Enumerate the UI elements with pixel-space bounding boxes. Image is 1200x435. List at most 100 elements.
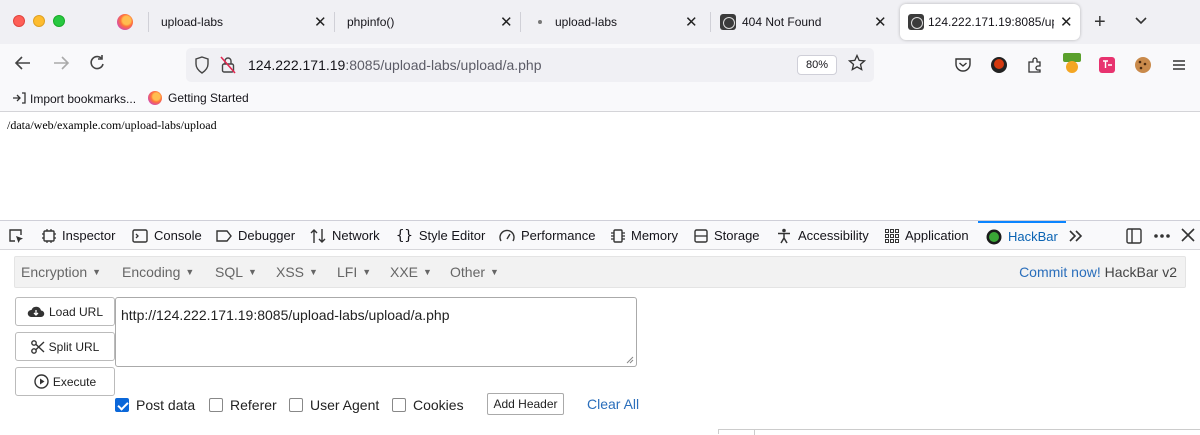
tab-label: Accessibility: [798, 228, 869, 243]
debugger-icon: [216, 229, 232, 242]
url-text[interactable]: 124.222.171.19:8085/upload-labs/upload/a…: [248, 57, 542, 73]
bookmark-star-icon[interactable]: [848, 54, 866, 72]
close-window-button[interactable]: [13, 15, 25, 27]
commit-area: Commit now! HackBar v2: [1019, 264, 1177, 280]
referer-checkbox[interactable]: Referer: [209, 397, 277, 413]
clear-all-link[interactable]: Clear All: [587, 396, 639, 412]
tab-hackbar[interactable]: HackBar: [978, 221, 1066, 250]
tab-separator: [334, 12, 335, 32]
post-data-field-edge[interactable]: [718, 429, 1200, 435]
tab-phpinfo[interactable]: phpinfo() ✕: [336, 4, 518, 40]
caret-down-icon: ▼: [185, 267, 195, 277]
shield-icon[interactable]: [194, 56, 210, 74]
menu-xss[interactable]: XSS ▼: [276, 264, 318, 280]
translate-extension-icon[interactable]: [1098, 56, 1116, 74]
extensions-puzzle-icon[interactable]: [1026, 56, 1044, 74]
list-all-tabs-button[interactable]: [1134, 13, 1148, 29]
load-url-button[interactable]: Load URL: [15, 297, 115, 326]
checkbox-checked[interactable]: [115, 398, 129, 412]
close-icon: [1181, 228, 1195, 242]
close-devtools-button[interactable]: [1181, 228, 1195, 246]
console-icon: [132, 228, 148, 243]
tab-network[interactable]: Network: [310, 221, 380, 250]
page-output-text: /data/web/example.com/upload-labs/upload: [7, 118, 217, 132]
forward-button[interactable]: [52, 54, 70, 75]
pocket-icon[interactable]: [954, 56, 972, 74]
caret-down-icon: ▼: [309, 267, 318, 277]
close-icon[interactable]: ✕: [685, 15, 698, 30]
menu-lfi[interactable]: LFI ▼: [337, 264, 371, 280]
tab-console[interactable]: Console: [132, 221, 202, 250]
tab-active-page[interactable]: 124.222.171.19:8085/upl ✕: [900, 4, 1080, 40]
minimize-window-button[interactable]: [33, 15, 45, 27]
tab-performance[interactable]: Performance: [499, 221, 595, 250]
caret-down-icon: ▼: [92, 267, 102, 277]
checkbox-label: Post data: [136, 397, 196, 413]
menu-label: Other: [450, 264, 486, 280]
add-header-button[interactable]: Add Header: [487, 393, 564, 415]
inspector-icon: [42, 228, 56, 243]
menu-xxe[interactable]: XXE ▼: [390, 264, 432, 280]
dock-toggle-button[interactable]: [1126, 228, 1142, 248]
tab-memory[interactable]: Memory: [611, 221, 678, 250]
commit-now-link[interactable]: Commit now!: [1019, 264, 1101, 280]
tab-label: Console: [154, 228, 202, 243]
tab-inspector[interactable]: Inspector: [42, 221, 115, 250]
execute-button[interactable]: Execute: [15, 367, 115, 396]
navigation-bar: 124.222.171.19:8085/upload-labs/upload/a…: [0, 44, 1200, 86]
tab-debugger[interactable]: Debugger: [216, 221, 295, 250]
checkbox-label: Referer: [230, 397, 277, 413]
checkbox-label: Cookies: [413, 397, 464, 413]
tab-upload-labs-2[interactable]: upload-labs ✕: [522, 4, 708, 40]
caret-down-icon: ▼: [248, 267, 257, 277]
back-button[interactable]: [14, 54, 32, 75]
menu-sql[interactable]: SQL ▼: [215, 264, 257, 280]
menu-icon[interactable]: [1170, 56, 1188, 74]
cookie-extension-icon[interactable]: [1134, 56, 1152, 74]
tab-404-not-found[interactable]: 404 Not Found ✕: [712, 4, 896, 40]
firefox-tab-icon[interactable]: [117, 14, 133, 30]
close-icon[interactable]: ✕: [500, 15, 513, 30]
element-picker-button[interactable]: [8, 221, 30, 250]
split-url-button[interactable]: Split URL: [15, 332, 115, 361]
devtools-menu-button[interactable]: [1153, 228, 1171, 248]
caret-down-icon: ▼: [490, 267, 499, 277]
close-icon[interactable]: ✕: [314, 15, 327, 30]
cookies-checkbox[interactable]: Cookies: [392, 397, 464, 413]
tab-application[interactable]: Application: [885, 221, 969, 250]
close-icon[interactable]: ✕: [1060, 15, 1073, 30]
extension-red-orb-icon[interactable]: [990, 56, 1008, 74]
resize-grip-icon[interactable]: [624, 354, 634, 364]
menu-encoding[interactable]: Encoding ▼: [122, 264, 194, 280]
close-icon[interactable]: ✕: [874, 15, 887, 30]
tab-upload-labs-1[interactable]: upload-labs ✕: [150, 4, 332, 40]
tab-accessibility[interactable]: Accessibility: [776, 221, 869, 250]
insecure-lock-icon[interactable]: [220, 56, 236, 74]
menu-other[interactable]: Other ▼: [450, 264, 499, 280]
double-chevron-icon: [1069, 229, 1083, 242]
reload-button[interactable]: [88, 54, 106, 75]
tab-storage[interactable]: Storage: [694, 221, 760, 250]
post-data-checkbox[interactable]: Post data: [115, 397, 195, 413]
menu-label: Encryption: [21, 264, 88, 280]
more-tools-button[interactable]: [1068, 221, 1090, 250]
menu-encryption[interactable]: Encryption ▼: [21, 264, 101, 280]
checkbox-unchecked[interactable]: [392, 398, 406, 412]
button-label: Split URL: [48, 339, 100, 354]
bookmark-import[interactable]: Import bookmarks...: [12, 91, 136, 106]
burp-extension-icon[interactable]: [1062, 52, 1082, 74]
tab-style-editor[interactable]: {} Style Editor: [396, 221, 485, 250]
zoom-indicator[interactable]: 80%: [797, 55, 837, 75]
url-textarea[interactable]: http://124.222.171.19:8085/upload-labs/u…: [115, 297, 637, 367]
scissors-icon: [30, 339, 45, 354]
user-agent-checkbox[interactable]: User Agent: [289, 397, 379, 413]
maximize-window-button[interactable]: [53, 15, 65, 27]
checkbox-unchecked[interactable]: [289, 398, 303, 412]
tab-label: Inspector: [62, 228, 116, 243]
checkbox-unchecked[interactable]: [209, 398, 223, 412]
site-icon: [908, 14, 924, 30]
bookmark-label: Import bookmarks...: [30, 92, 137, 106]
new-tab-button[interactable]: +: [1094, 11, 1106, 34]
url-bar[interactable]: 124.222.171.19:8085/upload-labs/upload/a…: [186, 48, 874, 82]
bookmark-getting-started[interactable]: Getting Started: [148, 91, 249, 105]
